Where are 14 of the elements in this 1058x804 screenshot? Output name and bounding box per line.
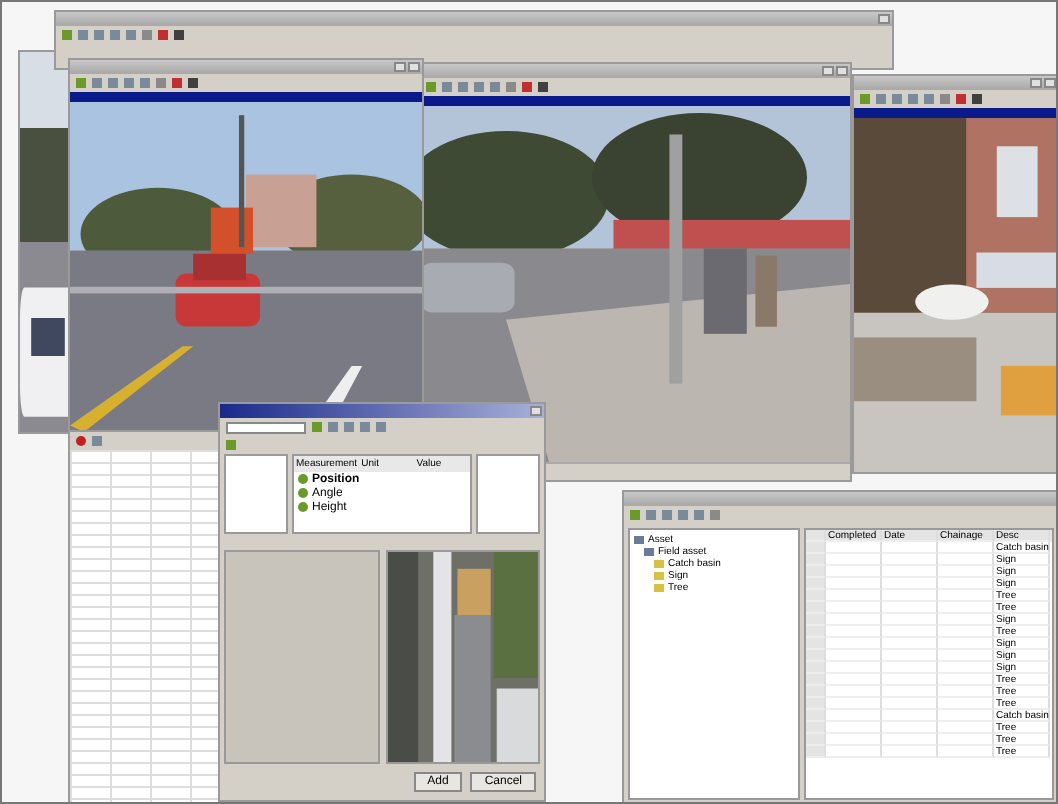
close-icon[interactable]	[878, 14, 890, 24]
close-icon[interactable]	[530, 406, 542, 416]
close-icon[interactable]	[836, 66, 848, 76]
list-panel	[476, 454, 540, 534]
stop-icon[interactable]	[76, 436, 86, 446]
minimize-icon[interactable]	[394, 62, 406, 72]
list-panel	[224, 454, 288, 534]
close-icon[interactable]	[1044, 78, 1056, 88]
minimize-icon[interactable]	[822, 66, 834, 76]
toolbar-icon[interactable]	[92, 436, 102, 446]
close-icon[interactable]	[408, 62, 420, 72]
dropdown-field[interactable]	[226, 421, 306, 433]
toolbar-icon[interactable]	[226, 440, 236, 450]
minimize-icon[interactable]	[1030, 78, 1042, 88]
